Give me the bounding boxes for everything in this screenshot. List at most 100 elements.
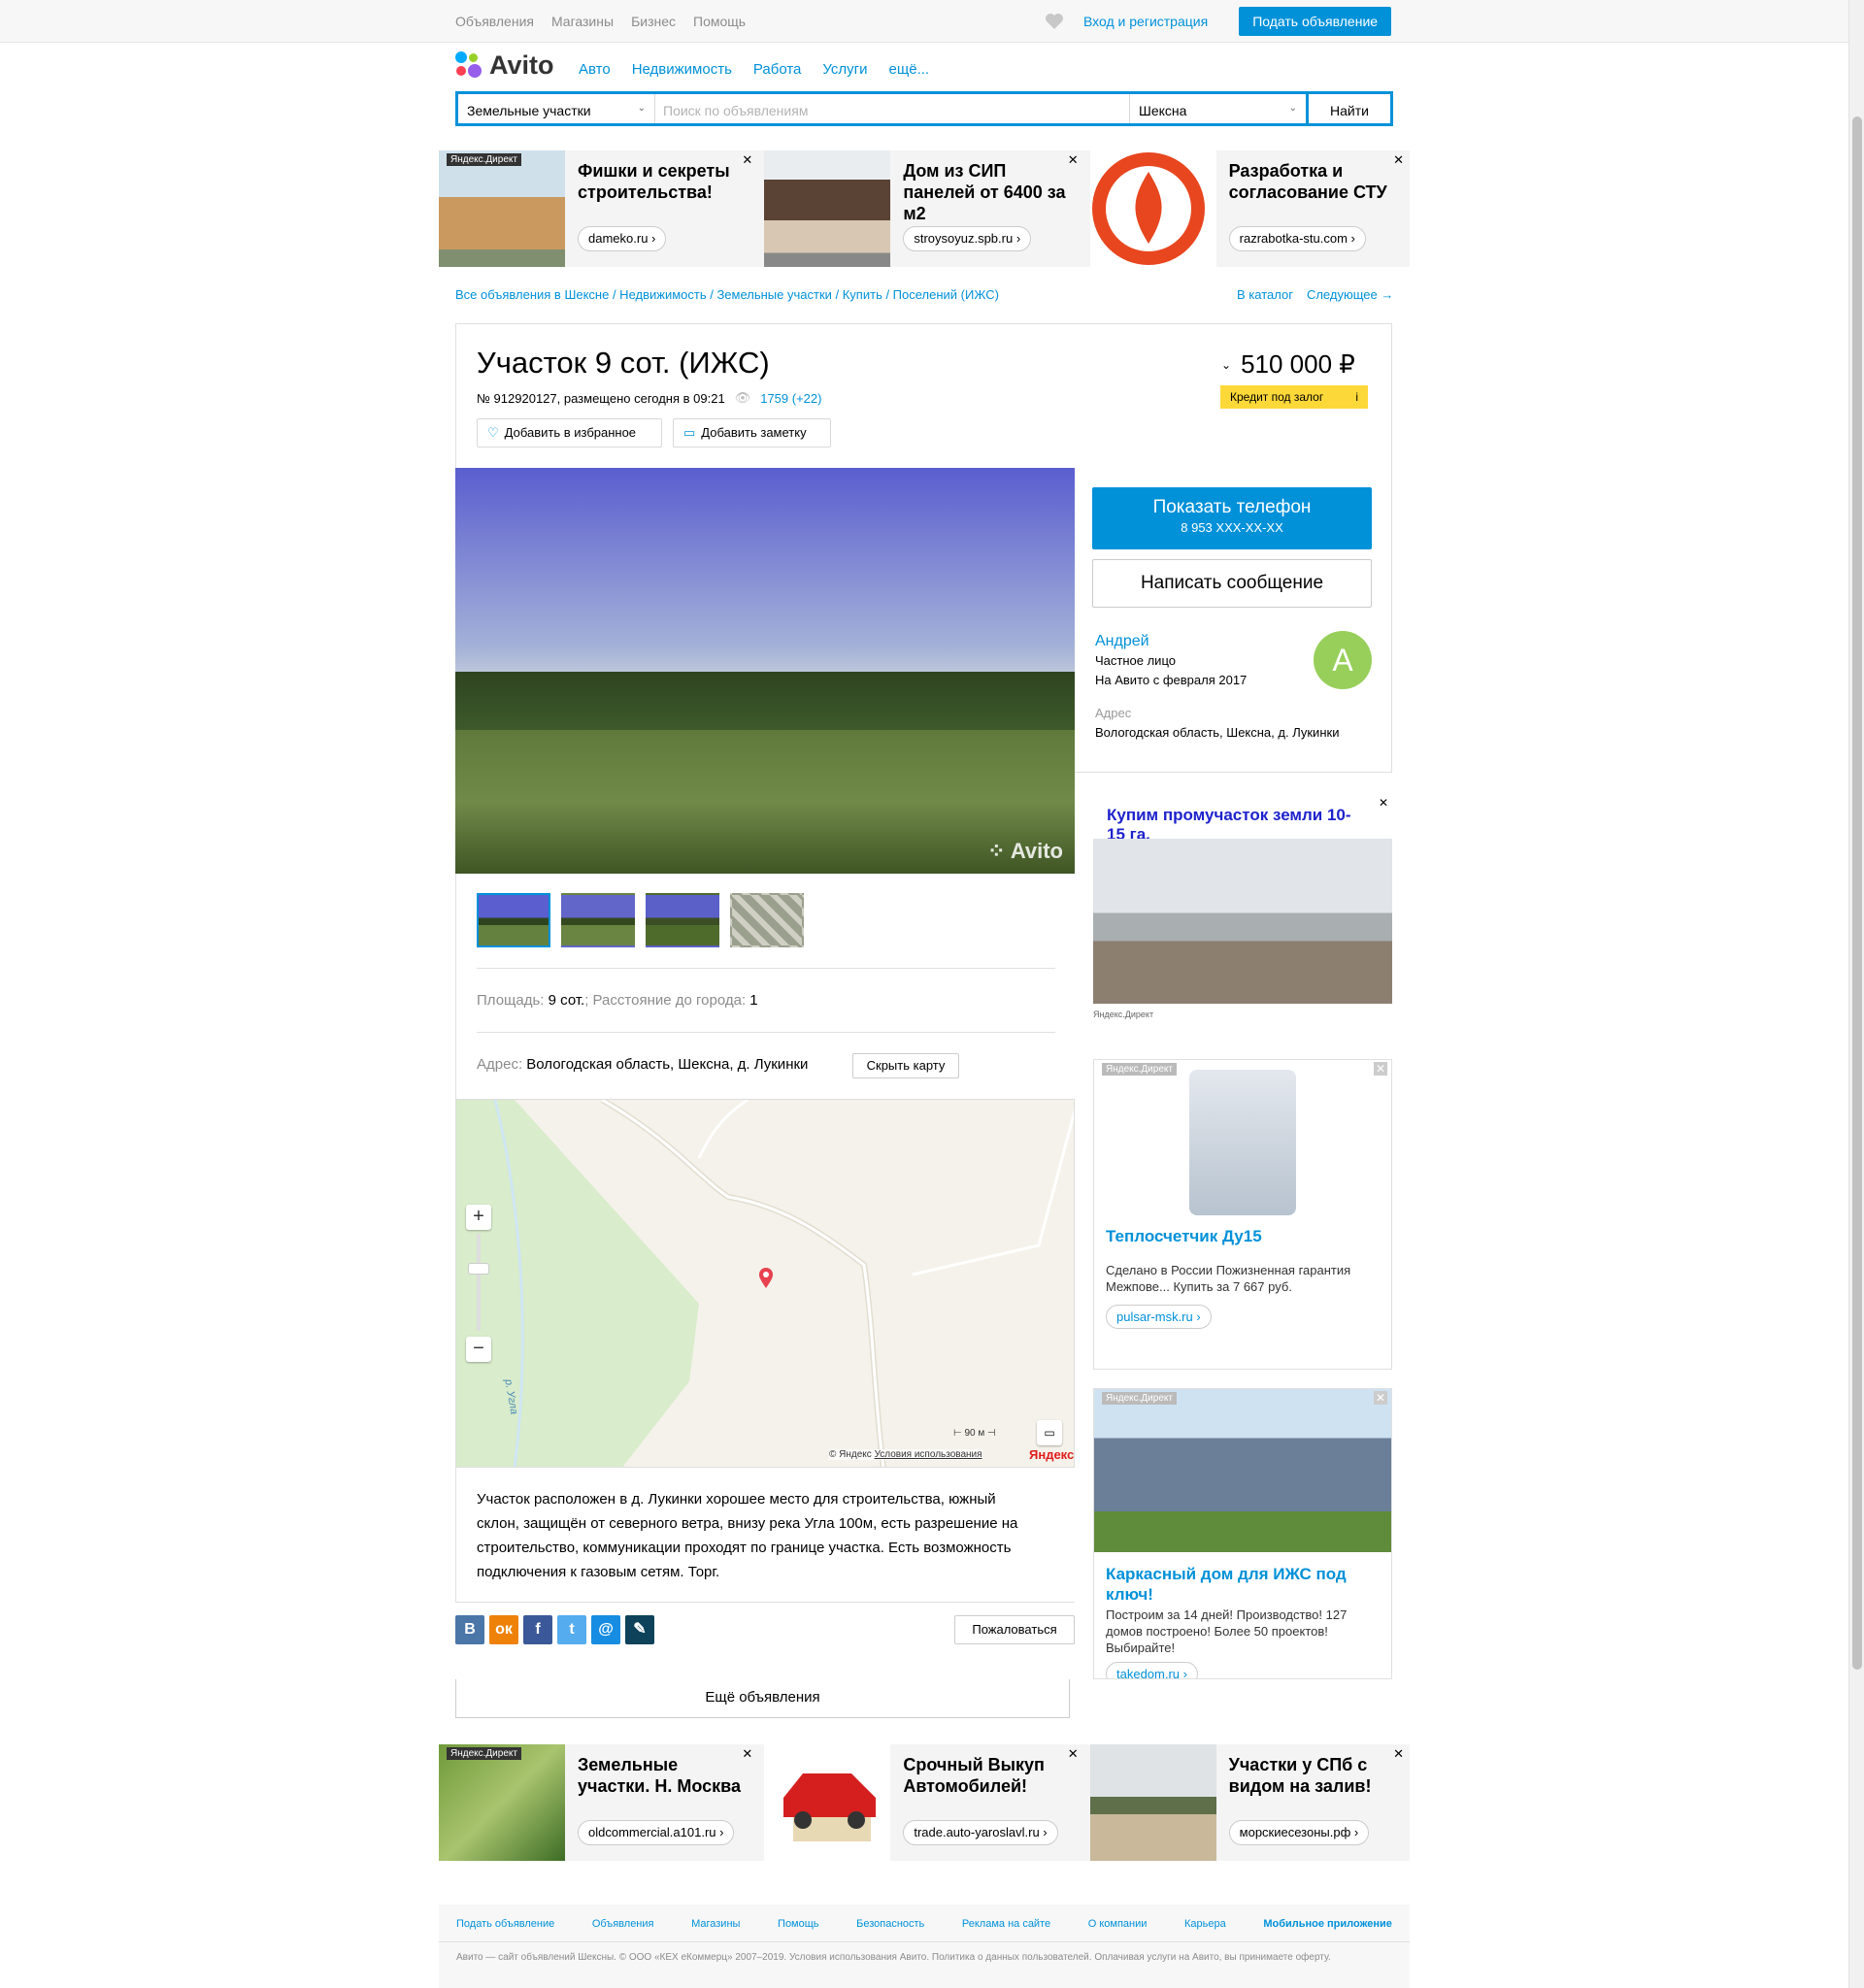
search-input[interactable]: Поиск по объявлениям	[655, 94, 1130, 123]
close-icon[interactable]: ✕	[742, 152, 752, 168]
top-nav-business[interactable]: Бизнес	[631, 14, 676, 29]
footer-link[interactable]: Помощь	[778, 1918, 819, 1930]
map[interactable]: + − р. Угла ⊢ 90 м ⊣ ▭ © Яндекс Условия …	[455, 1099, 1075, 1468]
yandex-logo: Яндекс	[1029, 1447, 1075, 1462]
close-icon[interactable]: ✕	[1374, 1062, 1387, 1076]
breadcrumb[interactable]: Все объявления в Шексне / Недвижимость /…	[455, 287, 999, 302]
cat-jobs[interactable]: Работа	[753, 61, 802, 78]
top-nav-help[interactable]: Помощь	[693, 14, 746, 29]
close-icon[interactable]: ✕	[1374, 1391, 1387, 1405]
cat-realty[interactable]: Недвижимость	[632, 61, 732, 78]
bottom-ad[interactable]: Срочный Выкуп Автомобилей! trade.auto-ya…	[764, 1744, 1084, 1861]
footer-link-mobile-app[interactable]: Мобильное приложение	[1263, 1918, 1392, 1930]
ad-title[interactable]: Срочный Выкуп Автомобилей!	[903, 1754, 1078, 1797]
price-block: ⌄ 510 000 ₽	[1221, 349, 1355, 380]
post-ad-button[interactable]: Подать объявление	[1239, 7, 1392, 36]
side-ad[interactable]: ✕ Купим промучасток земли 10-15 га. Янде…	[1093, 794, 1392, 1022]
scrollbar-thumb[interactable]	[1852, 116, 1862, 1670]
facebook-icon[interactable]: f	[523, 1615, 552, 1644]
add-note-button[interactable]: ▭ Добавить заметку	[673, 418, 831, 447]
top-ad[interactable]: Разработка и согласование СТУ razrabotka…	[1089, 150, 1410, 267]
zoom-in-button[interactable]: +	[466, 1205, 491, 1230]
next-link[interactable]: Следующее →	[1307, 287, 1393, 302]
side-ad[interactable]: Яндекс.Директ ✕ Каркасный дом для ИЖС по…	[1093, 1388, 1392, 1679]
ad-link[interactable]: stroysoyuz.spb.ru ›	[903, 226, 1032, 251]
avito-logo[interactable]: Avito	[455, 50, 554, 81]
ad-link[interactable]: морскиесезоны.рф ›	[1228, 1820, 1370, 1845]
ad-title[interactable]: Фишки и секреты строительства!	[578, 160, 752, 203]
main-photo[interactable]: ⁘ Avito	[455, 468, 1075, 874]
cat-auto[interactable]: Авто	[579, 61, 611, 78]
top-ad[interactable]: Яндекс.Директ Фишки и секреты строительс…	[439, 150, 759, 267]
write-message-button[interactable]: Написать сообщение	[1092, 559, 1372, 608]
login-link[interactable]: Вход и регистрация	[1083, 14, 1208, 29]
city-select[interactable]: Шексна ⌄	[1130, 94, 1309, 123]
seller-name[interactable]: Андрей	[1095, 632, 1339, 651]
twitter-icon[interactable]: t	[557, 1615, 586, 1644]
thumbnail[interactable]	[477, 893, 550, 947]
ad-title[interactable]: Разработка и согласование СТУ	[1229, 160, 1404, 203]
ad-link[interactable]: oldcommercial.a101.ru ›	[578, 1820, 735, 1845]
cat-more[interactable]: ещё...	[889, 61, 930, 78]
top-ad[interactable]: Дом из СИП панелей от 6400 за м2 stroyso…	[764, 150, 1084, 267]
close-icon[interactable]: ✕	[1068, 1746, 1079, 1762]
cat-services[interactable]: Услуги	[822, 61, 867, 78]
bottom-ad[interactable]: Яндекс.Директ Земельные участки. Н. Моск…	[439, 1744, 759, 1861]
livejournal-icon[interactable]: ✎	[625, 1615, 654, 1644]
odnoklassniki-icon[interactable]: ок	[489, 1615, 518, 1644]
credit-button[interactable]: Кредит под залог i	[1220, 385, 1368, 409]
add-favorite-button[interactable]: ♡ Добавить в избранное	[477, 418, 662, 447]
more-ads-button[interactable]: Ещё объявления	[455, 1679, 1070, 1718]
ad-title[interactable]: Дом из СИП панелей от 6400 за м2	[903, 160, 1078, 224]
zoom-out-button[interactable]: −	[466, 1337, 491, 1362]
ad-link[interactable]: takedom.ru ›	[1106, 1662, 1198, 1678]
ad-link[interactable]: dameko.ru ›	[578, 226, 667, 251]
bottom-ad[interactable]: Участки у СПб с видом на залив! морскиес…	[1089, 1744, 1410, 1861]
side-ad[interactable]: Яндекс.Директ ✕ Теплосчетчик Ду15 Сделан…	[1093, 1059, 1392, 1370]
close-icon[interactable]: ✕	[742, 1746, 752, 1762]
footer-link[interactable]: Реклама на сайте	[962, 1918, 1050, 1930]
complain-button[interactable]: Пожаловаться	[954, 1615, 1075, 1644]
map-terms-link[interactable]: Условия использования	[875, 1449, 982, 1460]
top-nav-ads[interactable]: Объявления	[455, 14, 534, 29]
close-icon[interactable]: ✕	[1379, 796, 1388, 810]
zoom-slider-handle[interactable]	[468, 1263, 489, 1275]
scrollbar[interactable]	[1848, 0, 1864, 1988]
vk-icon[interactable]: В	[455, 1615, 484, 1644]
close-icon[interactable]: ✕	[1068, 152, 1079, 168]
ad-title[interactable]: Участки у СПб с видом на залив!	[1229, 1754, 1404, 1797]
footer-link[interactable]: Подать объявление	[456, 1918, 554, 1930]
ad-link[interactable]: trade.auto-yaroslavl.ru ›	[903, 1820, 1058, 1845]
thumbnail[interactable]	[646, 893, 719, 947]
footer-link[interactable]: Карьера	[1184, 1918, 1226, 1930]
category-select[interactable]: Земельные участки ⌄	[458, 94, 655, 123]
hide-map-button[interactable]: Скрыть карту	[852, 1053, 959, 1078]
info-icon[interactable]: i	[1355, 390, 1358, 404]
zoom-slider[interactable]	[477, 1234, 481, 1331]
close-icon[interactable]: ✕	[1393, 152, 1404, 168]
footer-link[interactable]: Объявления	[592, 1918, 654, 1930]
ad-title[interactable]: Земельные участки. Н. Москва	[578, 1754, 752, 1797]
logo-dots-icon	[455, 50, 484, 81]
favorites-heart-icon[interactable]	[1045, 13, 1064, 30]
ad-link[interactable]: razrabotka-stu.com ›	[1228, 226, 1366, 251]
top-nav-shops[interactable]: Магазины	[551, 14, 614, 29]
show-phone-button[interactable]: Показать телефон 8 953 XXX-XX-XX	[1092, 487, 1372, 549]
currency-dropdown-icon[interactable]: ⌄	[1221, 358, 1231, 372]
footer-link[interactable]: Магазины	[691, 1918, 740, 1930]
catalog-link[interactable]: В каталог	[1237, 287, 1293, 302]
seller-address: Вологодская область, Шексна, д. Лукинки	[1095, 725, 1340, 740]
mail-icon[interactable]: @	[591, 1615, 620, 1644]
footer-link[interactable]: О компании	[1088, 1918, 1148, 1930]
ruler-icon[interactable]: ▭	[1037, 1420, 1062, 1445]
ad-link[interactable]: pulsar-msk.ru ›	[1106, 1305, 1212, 1329]
thumbnail[interactable]	[730, 893, 804, 947]
footer-link[interactable]: Безопасность	[856, 1918, 924, 1930]
thumbnail[interactable]	[561, 893, 635, 947]
avatar[interactable]: А	[1314, 631, 1372, 689]
views-count[interactable]: 1759 (+22)	[760, 391, 821, 406]
search-button[interactable]: Найти	[1309, 94, 1390, 123]
close-icon[interactable]: ✕	[1393, 1746, 1404, 1762]
seller-address-label: Адрес	[1095, 706, 1132, 720]
address: Вологодская область, Шексна, д. Лукинки	[526, 1056, 809, 1073]
